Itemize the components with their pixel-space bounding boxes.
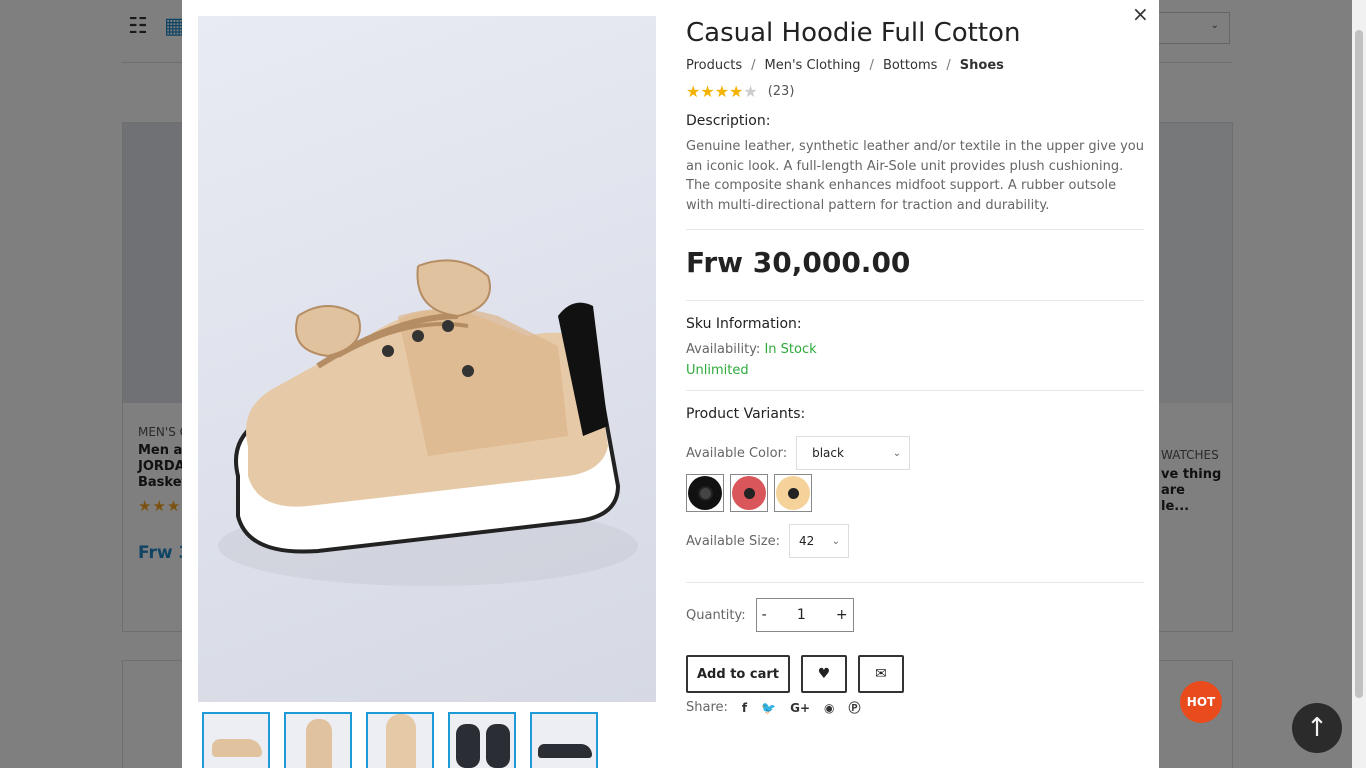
facebook-icon[interactable]: f — [742, 701, 747, 715]
swatch-beige[interactable] — [774, 474, 812, 512]
breadcrumb: Products / Men's Clothing / Bottoms / Shoes — [686, 58, 1144, 73]
product-main-image[interactable] — [198, 16, 656, 702]
hot-badge: HOT — [1180, 681, 1222, 723]
description-text: Genuine leather, synthetic leather and/o… — [686, 137, 1144, 230]
color-label: Available Color: — [686, 445, 788, 461]
availability: Availability: In Stock — [686, 342, 1144, 357]
color-select[interactable]: black ⌄ — [796, 436, 911, 470]
product-title: Casual Hoodie Full Cotton — [686, 18, 1021, 48]
quantity-stepper: - 1 + — [755, 598, 854, 632]
thumbnail-strip — [202, 712, 598, 768]
size-select-value: 42 — [799, 534, 815, 548]
breadcrumb-bottoms[interactable]: Bottoms — [883, 58, 937, 73]
quantity-input[interactable]: 1 — [797, 607, 806, 623]
variants-label: Product Variants: — [686, 406, 806, 422]
scrollbar-thumb[interactable] — [1355, 30, 1363, 698]
thumbnail-1[interactable] — [202, 712, 270, 768]
availability-value: In Stock — [764, 342, 817, 357]
breadcrumb-separator: / — [869, 58, 874, 73]
quantity-plus-button[interactable]: + — [836, 607, 848, 623]
sneaker-illustration — [218, 259, 638, 586]
quantity-row: Quantity: - 1 + — [686, 598, 1144, 632]
review-count[interactable]: (23) — [768, 84, 795, 99]
color-row: Available Color: black ⌄ — [686, 436, 1144, 470]
thumbnail-5[interactable] — [530, 712, 598, 768]
description-label: Description: — [686, 113, 771, 129]
product-rating: ★★★★★ (23) — [686, 81, 1144, 101]
heart-icon: ♥ — [817, 666, 831, 682]
breadcrumb-mens-clothing[interactable]: Men's Clothing — [765, 58, 861, 73]
thumbnail-2[interactable] — [284, 712, 352, 768]
availability-label: Availability: — [686, 342, 761, 357]
breadcrumb-separator: / — [751, 58, 756, 73]
sku-label: Sku Information: — [686, 316, 802, 332]
quantity-minus-button[interactable]: - — [762, 607, 767, 623]
size-select[interactable]: 42 ⌄ — [789, 524, 850, 558]
google-plus-icon[interactable]: G+ — [790, 701, 810, 715]
swatch-red[interactable] — [730, 474, 768, 512]
thumbnail-4[interactable] — [448, 712, 516, 768]
product-info: Casual Hoodie Full Cotton Products / Men'… — [686, 16, 1144, 716]
breadcrumb-products[interactable]: Products — [686, 58, 742, 73]
breadcrumb-shoes: Shoes — [959, 58, 1004, 73]
product-price: Frw 30,000.00 — [686, 244, 1144, 301]
stock-amount: Unlimited — [686, 363, 1144, 391]
share-row: Share: f 🐦 G+ ◉ Ⓟ — [686, 699, 1144, 716]
size-row: Available Size: 42 ⌄ — [686, 524, 1144, 583]
chevron-down-icon: ⌄ — [892, 447, 902, 459]
chevron-down-icon: ⌄ — [831, 535, 841, 547]
twitter-icon[interactable]: 🐦 — [761, 701, 776, 715]
quick-view-modal: × Casual Hoodie Full Cotton Products / M… — [182, 0, 1159, 768]
size-label: Available Size: — [686, 533, 781, 549]
page-scrollbar[interactable] — [1352, 0, 1366, 768]
scroll-to-top-button[interactable]: ↑ — [1292, 703, 1342, 753]
star-rating-icon: ★★★★★ — [686, 81, 758, 101]
swatch-black[interactable] — [686, 474, 724, 512]
rss-icon[interactable]: ◉ — [824, 701, 834, 715]
wishlist-button[interactable]: ♥ — [801, 655, 847, 693]
envelope-icon: ✉ — [875, 666, 887, 682]
quantity-label: Quantity: — [686, 607, 746, 623]
breadcrumb-separator: / — [946, 58, 951, 73]
add-to-cart-button[interactable]: Add to cart — [686, 655, 790, 693]
share-label: Share: — [686, 700, 728, 715]
pinterest-icon[interactable]: Ⓟ — [848, 699, 860, 716]
arrow-up-icon: ↑ — [1306, 713, 1328, 743]
action-buttons: Add to cart ♥ ✉ — [686, 655, 1144, 693]
color-swatches — [686, 474, 1144, 512]
thumbnail-3[interactable] — [366, 712, 434, 768]
email-button[interactable]: ✉ — [858, 655, 904, 693]
color-select-value: black — [812, 446, 844, 460]
